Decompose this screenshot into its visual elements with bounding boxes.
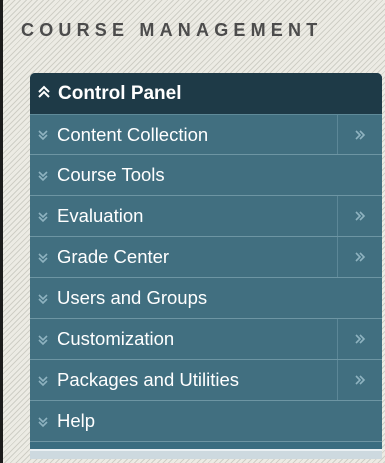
menu-item-label: Evaluation — [57, 205, 144, 226]
chevron-double-down-icon — [38, 211, 48, 222]
chevron-double-right-icon — [355, 211, 366, 221]
control-panel-title: Control Panel — [58, 82, 182, 104]
menu-item-label: Customization — [57, 328, 175, 349]
menu-item-customization[interactable]: Customization — [30, 319, 382, 360]
menu-item-users-and-groups[interactable]: Users and Groups — [30, 278, 382, 319]
chevron-double-down-icon — [38, 170, 48, 181]
open-packages-and-utilities-button[interactable] — [337, 360, 382, 400]
chevron-double-down-icon — [38, 375, 48, 386]
menu-item-label: Packages and Utilities — [57, 369, 240, 390]
chevron-double-down-icon — [38, 416, 48, 427]
course-management-frame: COURSE MANAGEMENT Control Panel Content … — [0, 0, 385, 463]
open-customization-button[interactable] — [337, 319, 382, 359]
menu-item-label: Course Tools — [57, 164, 165, 185]
menu-item-label: Content Collection — [57, 123, 209, 145]
chevron-double-right-icon — [355, 129, 366, 140]
menu-item-grade-center[interactable]: Grade Center — [30, 237, 382, 278]
open-evaluation-button[interactable] — [337, 196, 382, 236]
menu-item-label: Users and Groups — [57, 287, 208, 308]
chevron-double-up-icon[interactable] — [37, 85, 51, 99]
control-panel-header[interactable]: Control Panel — [30, 73, 382, 114]
menu-item-label: Grade Center — [57, 246, 170, 267]
chevron-double-down-icon — [38, 334, 48, 345]
chevron-double-down-icon — [38, 252, 48, 263]
chevron-double-right-icon — [355, 252, 366, 262]
open-grade-center-button[interactable] — [337, 237, 382, 277]
control-panel-menu: Content Collection Course Tools Evaluati… — [30, 114, 382, 442]
menu-item-content-collection[interactable]: Content Collection — [30, 114, 382, 155]
chevron-double-down-icon — [38, 293, 48, 304]
menu-item-help[interactable]: Help — [30, 401, 382, 442]
chevron-double-right-icon — [355, 334, 366, 344]
control-panel-footer — [30, 449, 382, 459]
menu-item-label: Help — [57, 410, 96, 431]
chevron-double-right-icon — [355, 375, 366, 385]
menu-item-evaluation[interactable]: Evaluation — [30, 196, 382, 237]
open-content-collection-button[interactable] — [337, 115, 382, 154]
control-panel: Control Panel Content Collection Course … — [30, 73, 382, 459]
course-management-heading: COURSE MANAGEMENT — [21, 20, 323, 40]
menu-item-packages-and-utilities[interactable]: Packages and Utilities — [30, 360, 382, 401]
menu-item-course-tools[interactable]: Course Tools — [30, 155, 382, 196]
chevron-double-down-icon — [38, 130, 48, 141]
